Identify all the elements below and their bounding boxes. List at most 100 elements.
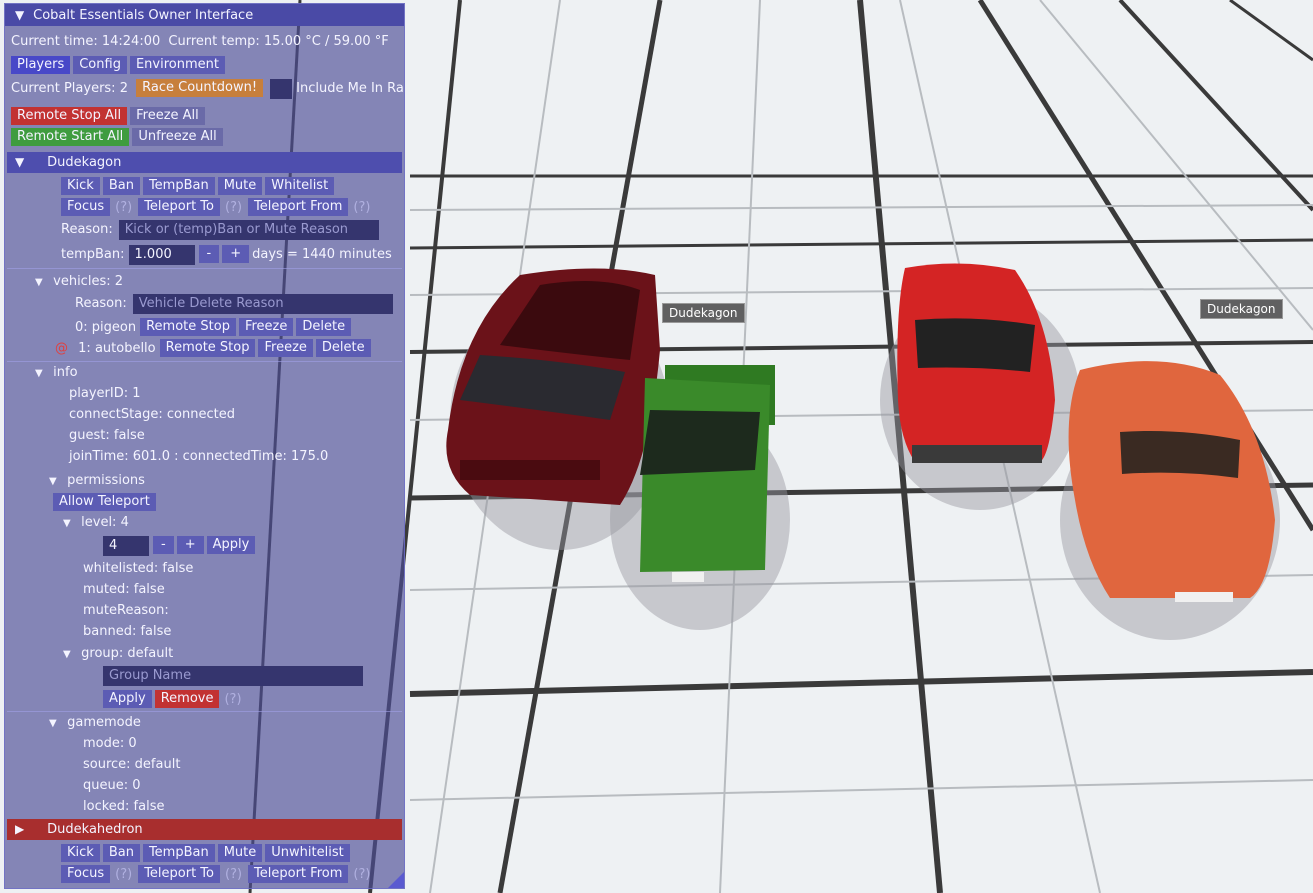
player-name-tag: Dudekagon (662, 303, 745, 323)
tempban-row: tempBan: 1.000- + days = 1440 minutes (61, 245, 392, 265)
pickup-truck (640, 365, 775, 582)
include-me-checkbox[interactable] (270, 79, 293, 99)
decrement-button[interactable]: - (153, 536, 174, 554)
help-marker[interactable]: (?) (353, 198, 370, 218)
owner-interface-window[interactable]: ▼ Cobalt Essentials Owner Interface Curr… (4, 3, 405, 889)
tab-environment[interactable]: Environment (129, 56, 225, 74)
connect-stage: connectStage: connected (69, 407, 235, 422)
remote-stop-button[interactable]: Remote Stop (159, 339, 256, 357)
gamemode-locked: locked: false (83, 799, 165, 814)
group-node[interactable]: ▼ group: default (63, 644, 173, 664)
allow-teleport-button[interactable]: Allow Teleport (53, 493, 156, 511)
mute-button[interactable]: Mute (217, 177, 263, 195)
vehicle-index: 0: (75, 320, 88, 335)
players-count-label: Current Players: (11, 81, 116, 96)
delete-button[interactable]: Delete (296, 318, 352, 336)
help-marker[interactable]: (?) (115, 198, 132, 218)
collapse-triangle-icon[interactable]: ▼ (63, 514, 77, 534)
ban-button[interactable]: Ban (102, 177, 140, 195)
info-node[interactable]: ▼ info (35, 363, 78, 383)
remote-stop-all-button[interactable]: Remote Stop All (11, 107, 128, 125)
current-temp: 15.00 °C / 59.00 °F (263, 34, 389, 49)
level-input[interactable]: 4 (103, 536, 149, 556)
permissions-label: permissions (67, 473, 145, 488)
vehicle-row: @ 1: autobello Remote Stop Freeze Delete (55, 339, 374, 359)
kick-button[interactable]: Kick (61, 177, 100, 195)
player-name-tag: Dudekagon (1200, 299, 1283, 319)
group-apply-button[interactable]: Apply (103, 690, 152, 708)
mute-button[interactable]: Mute (217, 844, 263, 862)
help-marker[interactable]: (?) (353, 865, 370, 885)
increment-button[interactable]: + (222, 245, 250, 263)
remote-start-all-button[interactable]: Remote Start All (11, 128, 130, 146)
permissions-node[interactable]: ▼ permissions (49, 471, 145, 491)
vehicles-label: vehicles: (53, 274, 111, 289)
global-actions-row1: Remote Stop All Freeze All (11, 107, 208, 127)
help-marker[interactable]: (?) (115, 865, 132, 885)
remote-stop-button[interactable]: Remote Stop (140, 318, 236, 336)
reason-row: Reason: Kick or (temp)Ban or Mute Reason (61, 220, 379, 240)
level-editor-row: 4- + Apply (103, 536, 258, 556)
whitelisted-flag: whitelisted: false (83, 561, 194, 576)
tab-players[interactable]: Players (11, 56, 71, 74)
apply-level-button[interactable]: Apply (206, 536, 256, 554)
tempban-input[interactable]: 1.000 (128, 245, 195, 265)
race-countdown-button[interactable]: Race Countdown! (136, 79, 264, 97)
window-titlebar[interactable]: ▼ Cobalt Essentials Owner Interface (5, 4, 404, 26)
gamemode-mode: mode: 0 (83, 736, 137, 751)
help-marker[interactable]: (?) (224, 690, 241, 710)
expand-triangle-icon[interactable]: ▶ (15, 819, 29, 840)
delete-button[interactable]: Delete (315, 339, 371, 357)
help-marker[interactable]: (?) (225, 865, 242, 885)
teleport-from-button[interactable]: Teleport From (248, 865, 349, 883)
collapse-triangle-icon[interactable]: ▼ (15, 4, 29, 26)
player-header-dudekahedron[interactable]: ▶ Dudekahedron (7, 819, 402, 840)
collapse-triangle-icon[interactable]: ▼ (15, 152, 29, 173)
level-node[interactable]: ▼ level: 4 (63, 513, 129, 533)
teleport-to-button[interactable]: Teleport To (138, 865, 220, 883)
collapse-triangle-icon[interactable]: ▼ (49, 472, 63, 492)
decrement-button[interactable]: - (198, 245, 220, 263)
whitelist-button[interactable]: Whitelist (265, 177, 335, 195)
group-name-input[interactable]: Group Name (103, 666, 363, 686)
tab-config[interactable]: Config (73, 56, 127, 74)
vehicle-name: pigeon (91, 320, 137, 335)
collapse-triangle-icon[interactable]: ▼ (35, 364, 49, 384)
focus-button[interactable]: Focus (61, 865, 111, 883)
increment-button[interactable]: + (176, 536, 204, 554)
unwhitelist-button[interactable]: Unwhitelist (265, 844, 350, 862)
sedan-car (446, 268, 660, 505)
freeze-button[interactable]: Freeze (258, 339, 313, 357)
help-marker[interactable]: (?) (225, 198, 242, 218)
vehicle-reason-input[interactable]: Vehicle Delete Reason (132, 294, 393, 314)
kick-button[interactable]: Kick (61, 844, 100, 862)
group-remove-button[interactable]: Remove (154, 690, 220, 708)
freeze-button[interactable]: Freeze (238, 318, 294, 336)
resize-grip-icon[interactable] (388, 872, 404, 888)
player-name: Dudekahedron (47, 822, 143, 837)
vehicle-reason-label: Reason: (75, 296, 127, 311)
focus-button[interactable]: Focus (61, 198, 111, 216)
gamemode-label: gamemode (67, 715, 141, 730)
vehicle-row: 0: pigeon Remote Stop Freeze Delete (75, 318, 354, 338)
unfreeze-all-button[interactable]: Unfreeze All (132, 128, 223, 146)
ban-button[interactable]: Ban (102, 844, 140, 862)
level-value: 4 (120, 515, 129, 530)
reason-input[interactable]: Kick or (temp)Ban or Mute Reason (118, 220, 379, 240)
tempban-button[interactable]: TempBan (142, 844, 215, 862)
join-time: joinTime: 601.0 (69, 449, 170, 464)
tempban-button[interactable]: TempBan (142, 177, 215, 195)
freeze-all-button[interactable]: Freeze All (130, 107, 205, 125)
vehicles-node[interactable]: ▼ vehicles: 2 (35, 272, 123, 292)
separator (7, 268, 402, 269)
vehicle-name: autobello (94, 341, 156, 356)
teleport-to-button[interactable]: Teleport To (138, 198, 220, 216)
collapse-triangle-icon[interactable]: ▼ (35, 273, 49, 293)
teleport-from-button[interactable]: Teleport From (248, 198, 349, 216)
tempban-label: tempBan: (61, 247, 125, 262)
gamemode-node[interactable]: ▼ gamemode (49, 713, 141, 733)
collapse-triangle-icon[interactable]: ▼ (63, 645, 77, 665)
player-header-dudekagon[interactable]: ▼ Dudekagon (7, 152, 402, 173)
collapse-triangle-icon[interactable]: ▼ (49, 714, 63, 734)
players-summary: Current Players: 2 Race Countdown! Inclu… (11, 79, 404, 99)
